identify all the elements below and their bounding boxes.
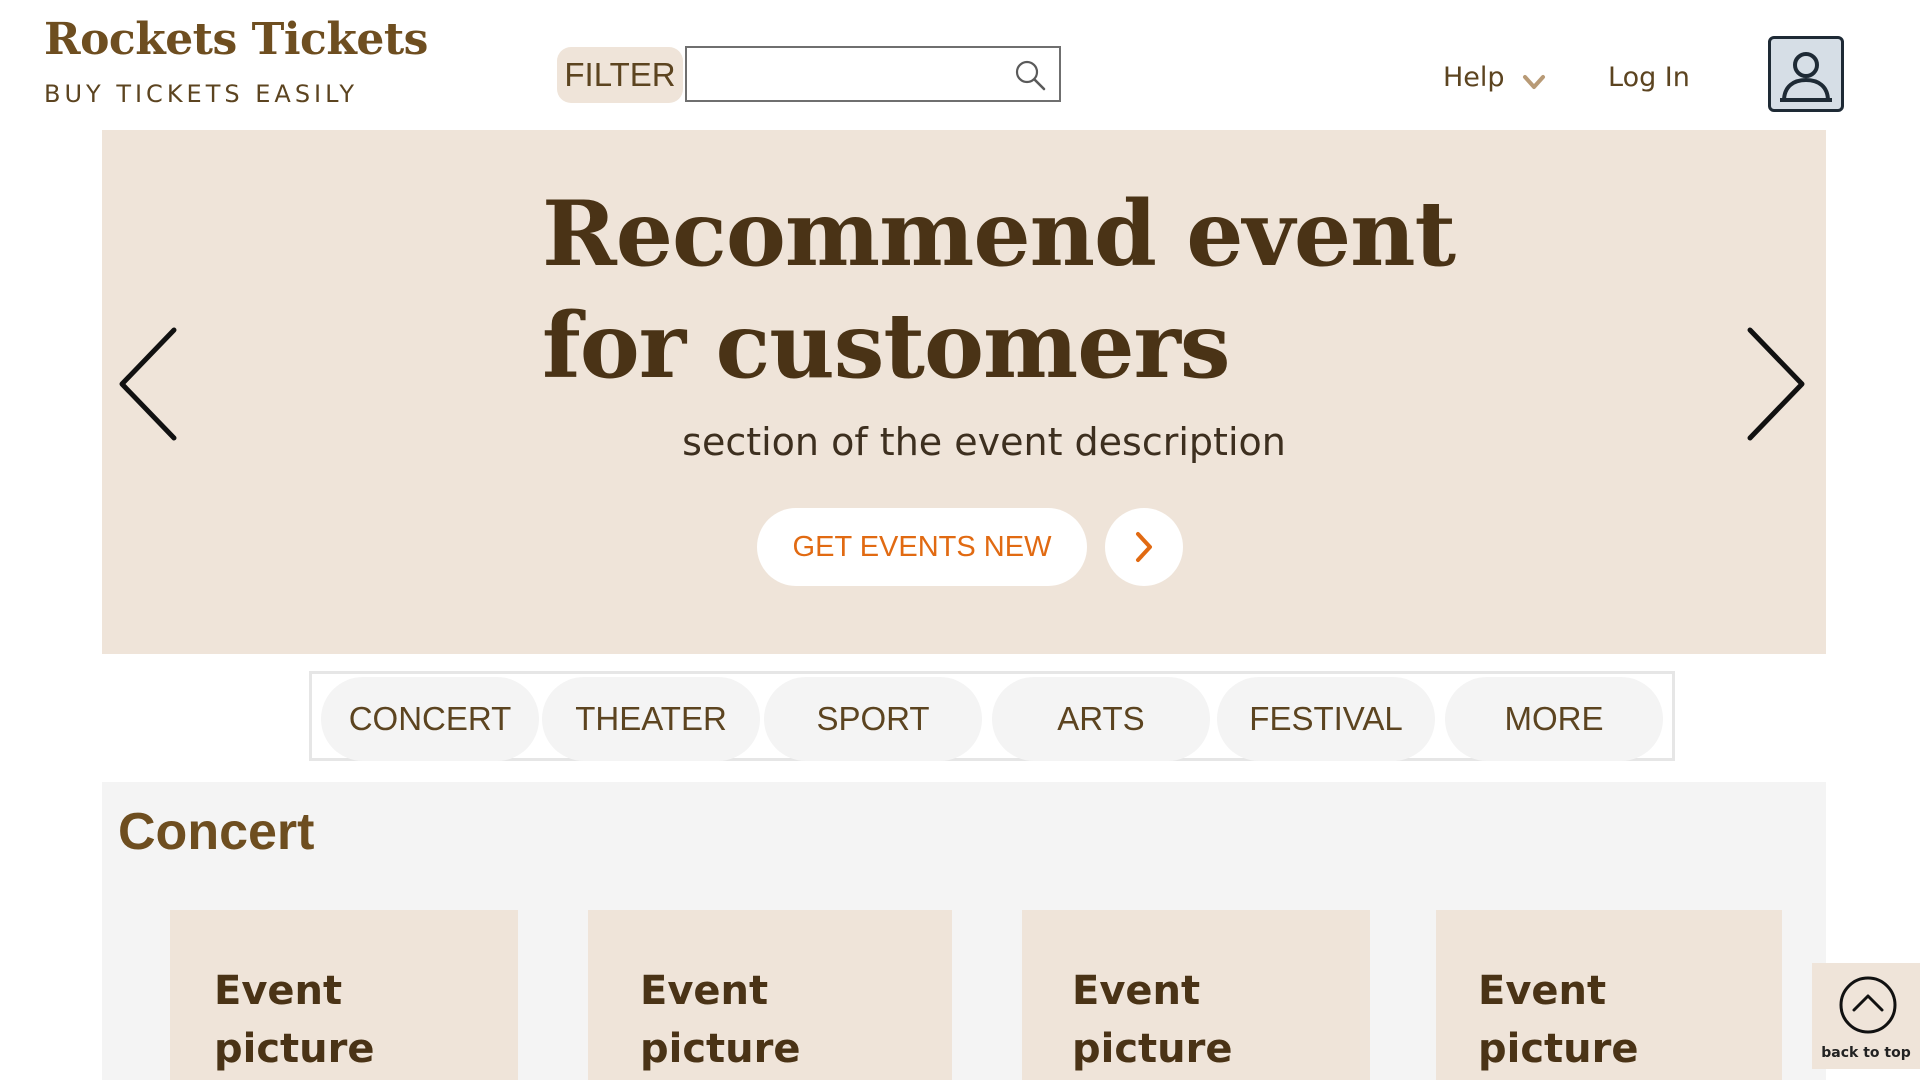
event-card[interactable]: Event picture (588, 910, 952, 1080)
chevron-right-icon[interactable] (1744, 326, 1808, 442)
search-box[interactable] (685, 46, 1061, 102)
search-icon[interactable] (1013, 58, 1047, 92)
cta-arrow-button[interactable] (1105, 508, 1183, 586)
get-events-new-button[interactable]: GET EVENTS NEW (757, 508, 1087, 586)
tab-festival[interactable]: FESTIVAL (1217, 677, 1435, 761)
hero-banner: Recommend event for customers section of… (102, 130, 1826, 654)
back-to-top-button[interactable]: back to top (1812, 963, 1920, 1069)
search-input[interactable] (693, 52, 997, 98)
filter-button[interactable]: FILTER (557, 47, 683, 103)
tab-more[interactable]: MORE (1445, 677, 1663, 761)
event-picture-placeholder: Event picture (1478, 968, 1639, 1072)
login-link[interactable]: Log In (1608, 62, 1690, 93)
chevron-down-icon[interactable] (1522, 72, 1546, 92)
tab-arts[interactable]: ARTS (992, 677, 1210, 761)
concert-section: Concert Event picture Event picture Even… (102, 782, 1826, 1080)
event-card[interactable]: Event picture (170, 910, 518, 1080)
event-picture-placeholder: Event picture (640, 968, 801, 1072)
event-card[interactable]: Event picture (1022, 910, 1370, 1080)
tab-sport[interactable]: SPORT (764, 677, 982, 761)
section-title: Concert (118, 803, 315, 861)
chevron-up-circle-icon (1839, 976, 1897, 1034)
hero-title: Recommend event for customers (542, 181, 1456, 399)
user-icon (1780, 52, 1832, 102)
tab-concert[interactable]: CONCERT (321, 677, 539, 761)
hero-subtitle: section of the event description (682, 420, 1286, 464)
page: Rockets Tickets BUY TICKETS EASILY FILTE… (0, 0, 1920, 1080)
help-menu[interactable]: Help (1443, 62, 1505, 93)
event-card[interactable]: Event picture (1436, 910, 1782, 1080)
user-avatar-button[interactable] (1768, 36, 1844, 112)
category-tabs: CONCERT THEATER SPORT ARTS FESTIVAL MORE (309, 671, 1675, 761)
tab-theater[interactable]: THEATER (542, 677, 760, 761)
back-to-top-label: back to top (1821, 1045, 1911, 1061)
brand-title[interactable]: Rockets Tickets (44, 14, 428, 65)
event-picture-placeholder: Event picture (214, 968, 375, 1072)
event-picture-placeholder: Event picture (1072, 968, 1233, 1072)
brand-tagline: BUY TICKETS EASILY (44, 80, 358, 108)
chevron-right-icon (1136, 532, 1152, 562)
